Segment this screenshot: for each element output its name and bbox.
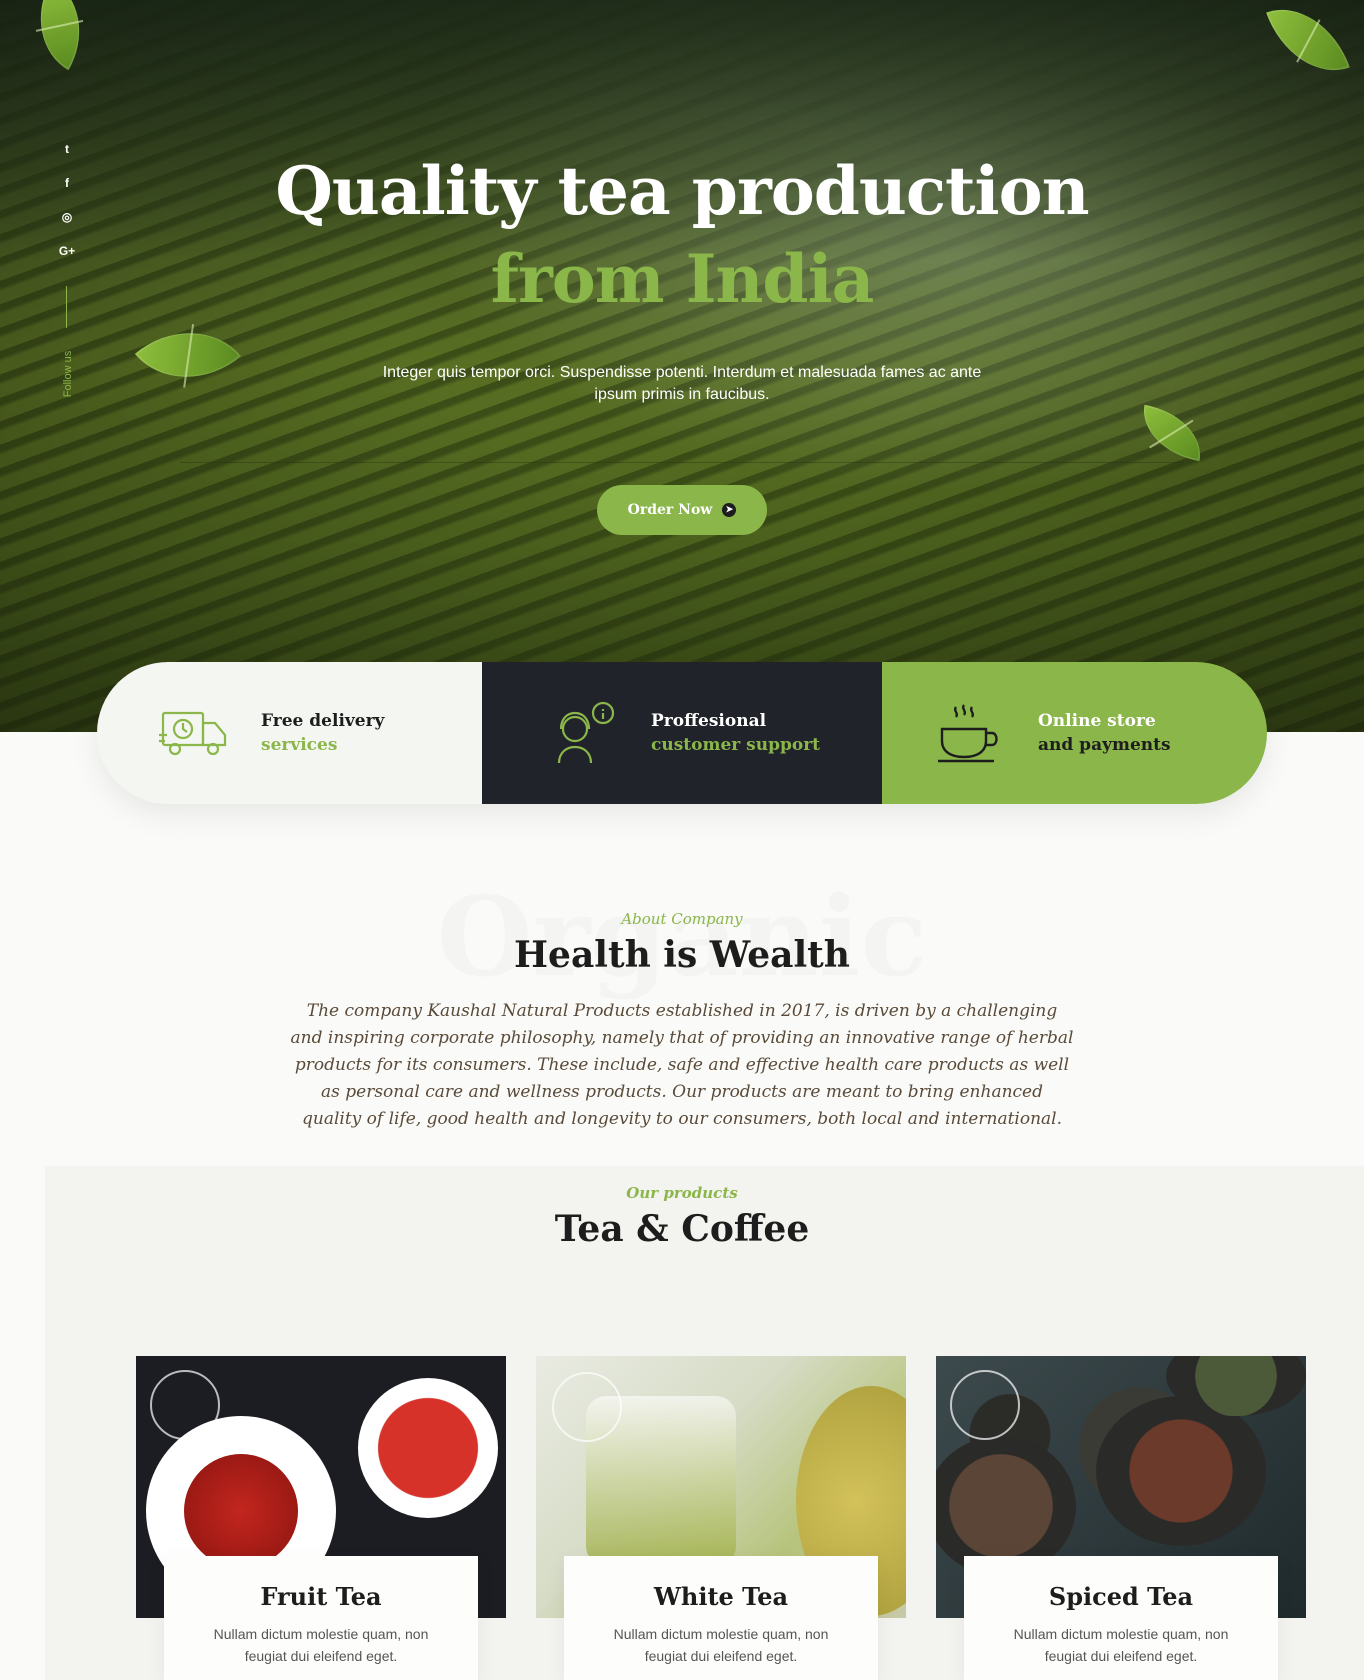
support-agent-icon	[557, 701, 615, 764]
about-title: Health is Wealth	[514, 934, 850, 976]
product-title[interactable]: Spiced Tea	[964, 1582, 1278, 1611]
products-title: Tea & Coffee	[554, 1208, 810, 1250]
product-card-spiced-tea[interactable]: Spiced Tea Nullam dictum molestie quam, …	[964, 1556, 1278, 1680]
feature-title: Online store	[1038, 711, 1156, 731]
order-now-button[interactable]: Order Now ➤	[597, 485, 767, 535]
products-kicker: Our products	[626, 1184, 738, 1202]
brand-seal-icon	[150, 1370, 220, 1440]
delivery-truck-icon	[159, 711, 227, 756]
feature-free-delivery: Free delivery services	[97, 662, 482, 804]
hero-subtitle: Integer quis tempor orci. Suspendisse po…	[382, 364, 982, 403]
hero-divider	[180, 462, 1184, 463]
feature-subtitle: and payments	[1038, 735, 1171, 755]
tea-liquid-image	[184, 1454, 298, 1568]
follow-us-label: Follow us	[62, 350, 74, 398]
spice-bowl-image	[936, 1436, 1076, 1576]
feature-customer-support: Proffesional customer support	[482, 662, 882, 804]
brand-seal-icon	[950, 1370, 1020, 1440]
product-description: Nullam dictum molestie quam, non feugiat…	[613, 1626, 829, 1664]
feature-subtitle: customer support	[651, 735, 821, 755]
about-text: The company Kaushal Natural Products est…	[290, 1001, 1074, 1129]
tea-cup-icon	[938, 704, 998, 763]
product-title[interactable]: White Tea	[564, 1582, 878, 1611]
hero-section: t f ◎ G+ Follow us Quality tea productio…	[0, 0, 1364, 732]
product-description: Nullam dictum molestie quam, non feugiat…	[213, 1626, 429, 1664]
hero-title-line1: Quality tea production	[275, 152, 1089, 230]
features-bar: Free delivery services Proffesional cust…	[97, 662, 1267, 804]
order-now-label: Order Now	[627, 502, 713, 518]
feature-title: Free delivery	[261, 711, 385, 731]
product-card-fruit-tea[interactable]: Fruit Tea Nullam dictum molestie quam, n…	[164, 1556, 478, 1680]
feature-title: Proffesional	[651, 711, 767, 731]
product-title[interactable]: Fruit Tea	[164, 1582, 478, 1611]
brand-seal-icon	[552, 1372, 622, 1442]
about-kicker: About Company	[621, 910, 743, 928]
feature-online-store: Online store and payments	[882, 662, 1267, 804]
product-description: Nullam dictum molestie quam, non feugiat…	[1013, 1626, 1229, 1664]
arrow-right-icon: ➤	[722, 503, 737, 517]
feature-subtitle: services	[261, 735, 338, 755]
product-card-white-tea[interactable]: White Tea Nullam dictum molestie quam, n…	[564, 1556, 878, 1680]
hero-title-line2: from India	[490, 240, 875, 318]
spice-bowl-image	[1096, 1396, 1266, 1546]
berries-bowl-image	[358, 1378, 498, 1518]
